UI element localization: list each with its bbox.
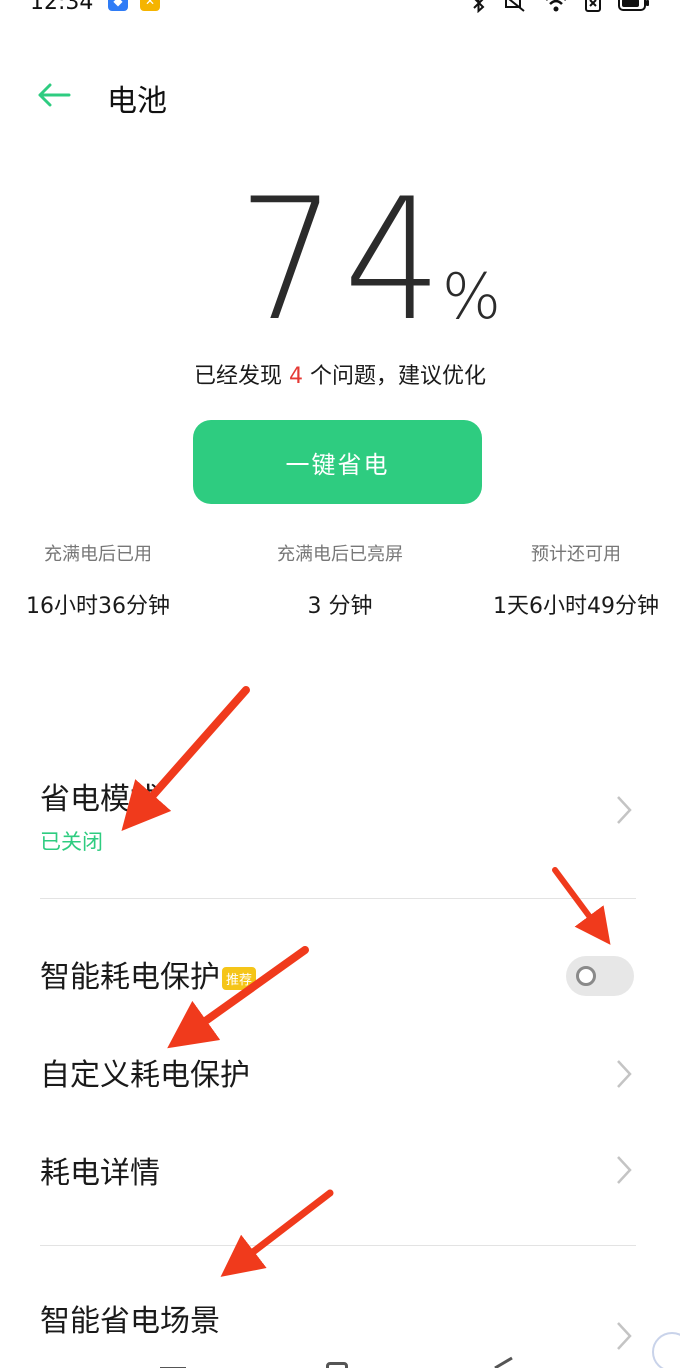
smart-power-protection-toggle[interactable] (566, 956, 634, 996)
chevron-right-icon (617, 1060, 632, 1088)
page-header: 电池 (0, 70, 680, 120)
stat-value: 16小时36分钟 (26, 594, 170, 619)
stat-screen-on-since-charge: 充满电后已亮屏 3 分钟 (255, 540, 425, 620)
bluetooth-icon (473, 0, 485, 13)
annotation-arrow (552, 867, 611, 945)
battery-level: 74 % (0, 162, 680, 358)
power-usage-details-row[interactable]: 耗电详情 (40, 1148, 636, 1198)
stat-value: 1天6小时49分钟 (493, 594, 659, 619)
toggle-knob (576, 966, 596, 986)
page-title: 电池 (107, 84, 167, 119)
battery-icon (618, 0, 649, 11)
mute-icon (505, 0, 525, 12)
issues-count: 4 (289, 364, 303, 389)
power-usage-details-title: 耗电详情 (40, 1156, 160, 1191)
battery-percentage: 74 (238, 162, 450, 358)
smart-power-protection-row: 智能耗电保护 推荐 (40, 952, 636, 1002)
annotation-arrow (220, 1189, 334, 1277)
back-arrow-icon (38, 83, 71, 107)
one-tap-save-button[interactable]: 一键省电 (193, 420, 482, 504)
status-time: 12:34 (30, 0, 94, 15)
recommended-badge: 推荐 (222, 967, 257, 990)
custom-power-protection-row[interactable]: 自定义耗电保护 (40, 1050, 636, 1100)
power-saving-mode-status: 已关闭 (40, 830, 103, 854)
nav-back-icon[interactable] (492, 1356, 514, 1368)
wifi-icon (546, 0, 566, 12)
status-bar: 12:34 ◆ ✕ (0, 0, 680, 20)
smart-power-protection-title: 智能耗电保护 (40, 960, 220, 995)
status-icons (472, 0, 650, 16)
smart-power-scenes-row[interactable]: 智能省电场景 (40, 1296, 636, 1350)
stat-label: 充满电后已亮屏 (277, 544, 403, 565)
divider (40, 898, 636, 899)
smart-power-scenes-title: 智能省电场景 (40, 1304, 220, 1339)
stat-label: 预计还可用 (531, 544, 621, 565)
tools-notification-icon: ✕ (140, 0, 160, 11)
stat-remaining-time: 预计还可用 1天6小时49分钟 (486, 540, 666, 620)
chevron-right-icon (617, 1322, 632, 1350)
divider (40, 1245, 636, 1246)
custom-power-protection-title: 自定义耗电保护 (40, 1058, 250, 1093)
sim-icon (585, 0, 601, 12)
percent-sign: % (442, 260, 501, 333)
issues-summary: 已经发现 4 个问题，建议优化 (0, 358, 680, 390)
power-saving-mode-title: 省电模式 (40, 782, 160, 817)
back-button[interactable] (34, 78, 74, 112)
chevron-right-icon (617, 796, 632, 824)
floating-assist-button[interactable] (652, 1332, 680, 1368)
chevron-right-icon (617, 1156, 632, 1184)
stat-label: 充满电后已用 (44, 544, 152, 565)
nav-home-icon[interactable] (326, 1362, 348, 1368)
power-saving-mode-row[interactable]: 省电模式 已关闭 (40, 774, 636, 854)
stat-value: 3 分钟 (307, 594, 373, 619)
issues-suffix: 个问题，建议优化 (303, 364, 486, 389)
issues-prefix: 已经发现 (194, 364, 289, 389)
stat-used-since-charge: 充满电后已用 16小时36分钟 (18, 540, 178, 620)
app-notification-icon: ◆ (108, 0, 128, 11)
